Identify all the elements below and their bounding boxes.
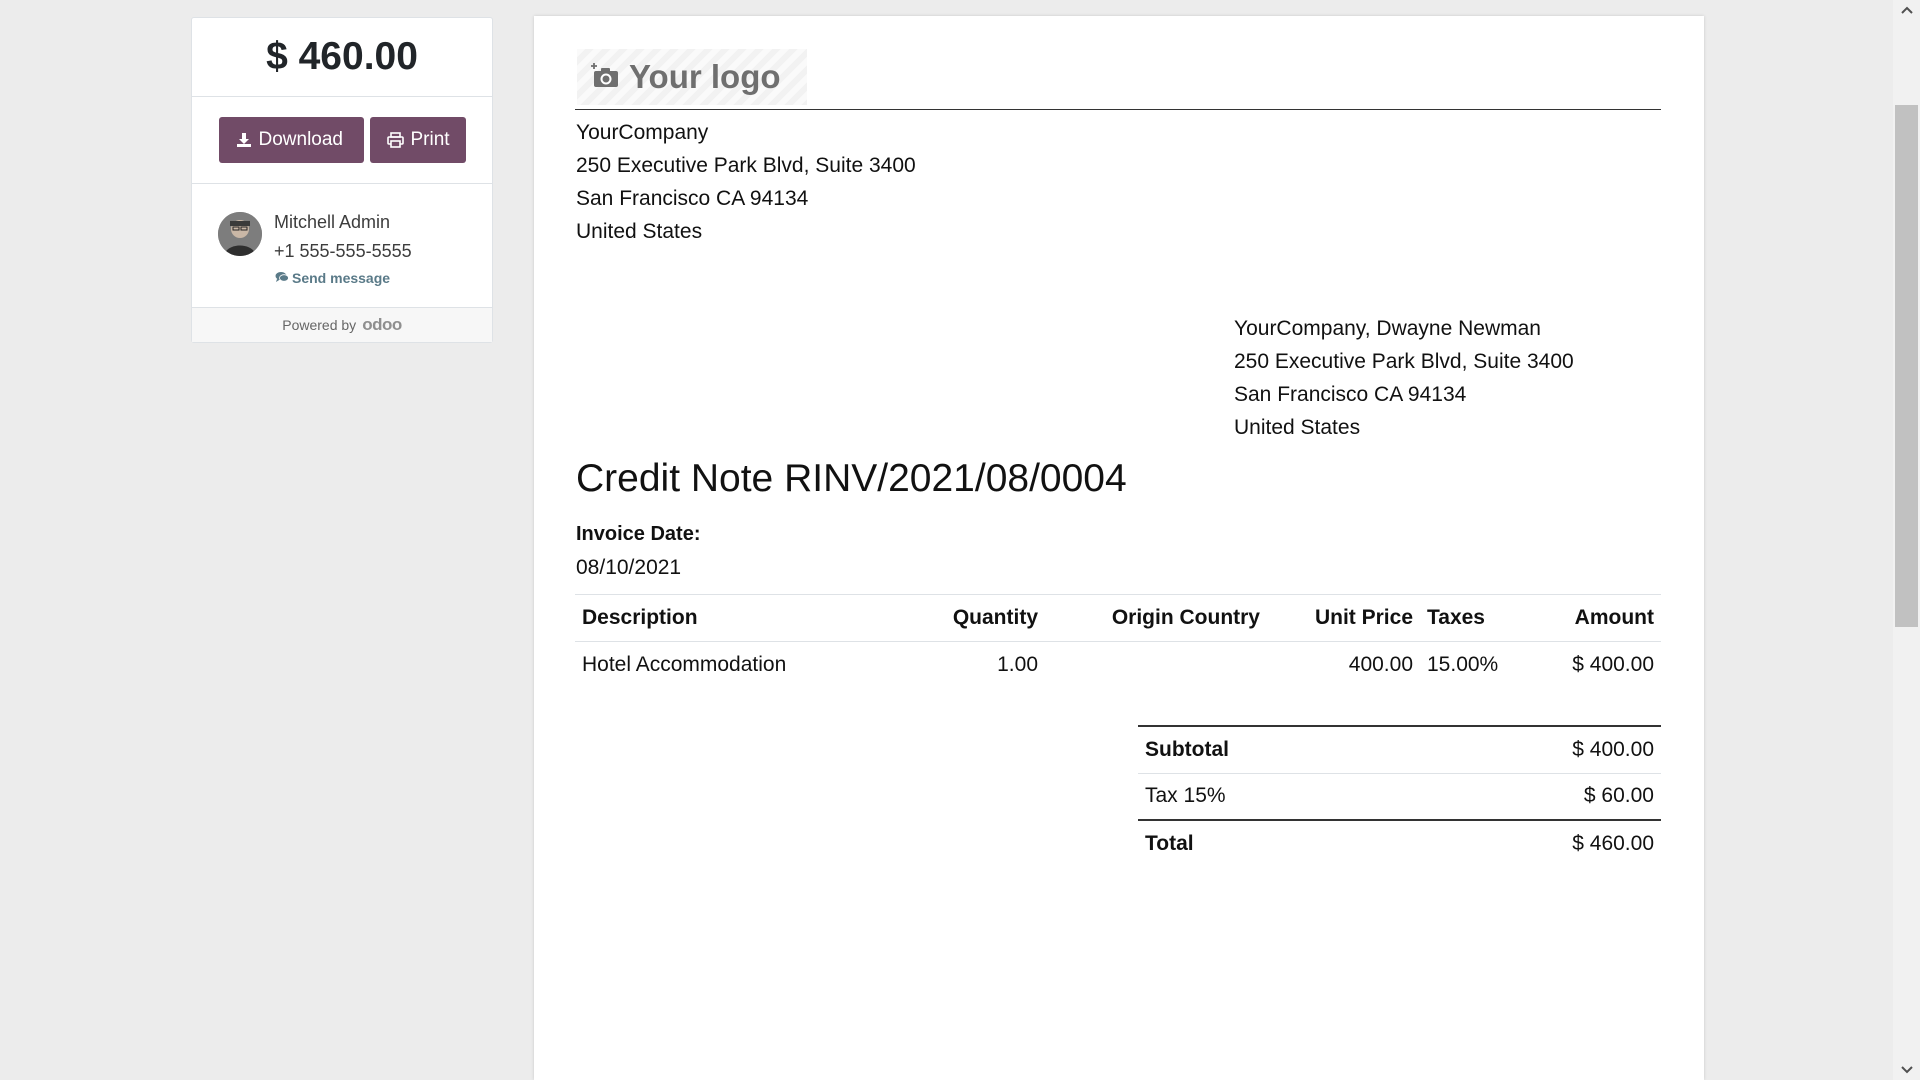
total-row: Total $ 460.00 bbox=[1138, 819, 1661, 867]
subtotal-row: Subtotal $ 400.00 bbox=[1138, 725, 1661, 773]
company-address-line: YourCompany bbox=[576, 121, 709, 144]
column-header-quantity: Quantity bbox=[875, 594, 1045, 642]
sidebar-amount-total: $ 460.00 bbox=[192, 18, 492, 97]
total-value: $ 460.00 bbox=[1402, 819, 1661, 867]
download-button-label: Download bbox=[258, 129, 344, 150]
line-unit-price: 400.00 bbox=[1348, 653, 1413, 677]
page-scrollbar[interactable] bbox=[1893, 0, 1920, 1080]
line-taxes: 15.00% bbox=[1427, 653, 1499, 677]
line-origin-country bbox=[1045, 642, 1267, 689]
contact-name: Mitchell Admin bbox=[274, 212, 391, 232]
sidebar-actions: Download Print bbox=[192, 97, 492, 184]
contact-phone: +1 555-555-5555 bbox=[274, 241, 412, 261]
powered-by-label: Powered by bbox=[282, 317, 357, 333]
tax-label: Tax 15% bbox=[1138, 772, 1403, 820]
company-address-line: United States bbox=[576, 220, 703, 243]
partner-address-line: YourCompany, Dwayne Newman bbox=[1234, 317, 1541, 340]
invoice-date-label: Invoice Date: bbox=[576, 523, 701, 545]
scrollbar-thumb[interactable] bbox=[1895, 105, 1918, 627]
company-address: YourCompany 250 Executive Park Blvd, Sui… bbox=[576, 116, 916, 248]
line-amount: $ 400.00 bbox=[1572, 653, 1654, 677]
column-header-unit-price: Unit Price bbox=[1267, 594, 1420, 642]
scroll-down-arrow-icon[interactable] bbox=[1893, 1060, 1920, 1080]
scroll-up-arrow-icon[interactable] bbox=[1893, 0, 1920, 20]
table-header-row: Description Quantity Origin Country Unit… bbox=[575, 594, 1661, 642]
partner-address: YourCompany, Dwayne Newman 250 Executive… bbox=[1234, 312, 1574, 444]
partner-address-line: 250 Executive Park Blvd, Suite 3400 bbox=[1234, 350, 1574, 373]
column-header-origin-country: Origin Country bbox=[1045, 594, 1267, 642]
invoice-lines-table: Description Quantity Origin Country Unit… bbox=[575, 594, 1661, 689]
download-button[interactable]: Download bbox=[218, 117, 364, 163]
company-logo-placeholder: Your logo bbox=[577, 49, 807, 105]
avatar bbox=[218, 212, 262, 256]
send-message-link[interactable]: Send message bbox=[275, 270, 390, 286]
invoice-document: Your logo YourCompany 250 Executive Park… bbox=[534, 16, 1704, 1080]
subtotal-value: $ 400.00 bbox=[1402, 725, 1661, 773]
powered-by: Powered by odoo bbox=[192, 308, 492, 342]
line-description: Hotel Accommodation bbox=[582, 653, 787, 677]
totals-table: Subtotal $ 400.00 Tax 15% $ 60.00 Total … bbox=[1138, 725, 1661, 867]
header-divider bbox=[575, 109, 1661, 110]
print-button-label: Print bbox=[410, 129, 450, 150]
company-address-line: San Francisco CA 94134 bbox=[576, 187, 809, 210]
line-quantity: 1.00 bbox=[997, 653, 1038, 677]
column-header-taxes: Taxes bbox=[1420, 594, 1513, 642]
column-header-amount: Amount bbox=[1513, 594, 1661, 642]
logo-text: Your logo bbox=[629, 58, 781, 95]
partner-address-line: San Francisco CA 94134 bbox=[1234, 383, 1467, 406]
salesperson-contact: Mitchell Admin +1 555-555-5555 Send mess… bbox=[192, 184, 492, 308]
printer-icon bbox=[386, 132, 404, 148]
table-row: Hotel Accommodation 1.00 400.00 15.00% $… bbox=[575, 642, 1661, 689]
column-header-description: Description bbox=[575, 594, 875, 642]
send-message-label: Send message bbox=[292, 270, 391, 286]
tax-value: $ 60.00 bbox=[1402, 772, 1661, 820]
company-address-line: 250 Executive Park Blvd, Suite 3400 bbox=[576, 154, 916, 177]
subtotal-label: Subtotal bbox=[1138, 725, 1403, 773]
camera-plus-icon bbox=[591, 61, 619, 94]
invoice-date-value: 08/10/2021 bbox=[576, 556, 682, 579]
odoo-logo[interactable]: odoo bbox=[362, 315, 402, 335]
download-icon bbox=[236, 132, 252, 148]
partner-address-line: United States bbox=[1234, 416, 1361, 439]
print-button[interactable]: Print bbox=[369, 117, 466, 163]
invoice-sidebar: $ 460.00 Download Print Mitchell Admin +… bbox=[191, 17, 493, 343]
total-label: Total bbox=[1138, 819, 1403, 867]
comments-icon bbox=[275, 270, 289, 286]
document-title: Credit Note RINV/2021/08/0004 bbox=[576, 457, 1127, 500]
tax-row: Tax 15% $ 60.00 bbox=[1138, 772, 1661, 820]
